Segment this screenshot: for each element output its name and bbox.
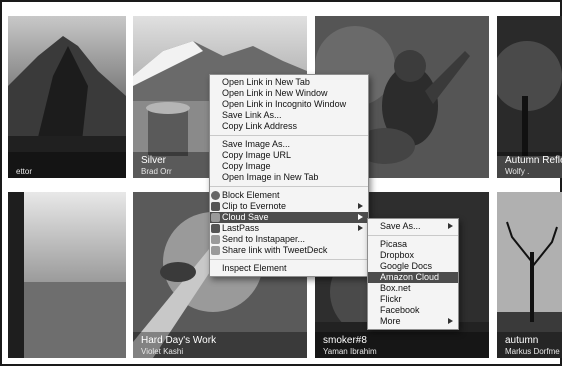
menu-save-image-as[interactable]: Save Image As... <box>210 139 368 150</box>
photo-title: Silver <box>141 155 167 166</box>
photo-author: ettor <box>16 167 33 176</box>
photo-author: Markus Dorfme <box>505 347 560 356</box>
evernote-icon <box>211 202 220 211</box>
submenu-google-docs[interactable]: Google Docs <box>368 261 458 272</box>
menu-block-element[interactable]: Block Element <box>210 190 368 201</box>
menu-separator <box>368 235 458 236</box>
cloud-save-submenu: Save As... Picasa Dropbox Google Docs Am… <box>367 218 459 330</box>
menu-open-link-new-window[interactable]: Open Link in New Window <box>210 88 368 99</box>
menu-copy-link-address[interactable]: Copy Link Address <box>210 121 368 132</box>
submenu-dropbox[interactable]: Dropbox <box>368 250 458 261</box>
menu-send-to-instapaper[interactable]: Send to Instapaper... <box>210 234 368 245</box>
menu-copy-image[interactable]: Copy Image <box>210 161 368 172</box>
photo-title: Hard Day's Work <box>141 335 217 346</box>
checkbox-icon <box>211 246 220 255</box>
submenu-arrow-icon <box>358 225 363 231</box>
photo-title: smoker#8 <box>323 335 367 346</box>
context-menu: Open Link in New Tab Open Link in New Wi… <box>209 74 369 277</box>
menu-clip-to-evernote[interactable]: Clip to Evernote <box>210 201 368 212</box>
submenu-arrow-icon <box>448 318 453 324</box>
photo-tile-8[interactable]: autumn Markus Dorfme <box>497 192 562 358</box>
submenu-arrow-icon <box>358 203 363 209</box>
submenu-picasa[interactable]: Picasa <box>368 239 458 250</box>
menu-inspect-element[interactable]: Inspect Element <box>210 263 368 274</box>
submenu-facebook[interactable]: Facebook <box>368 305 458 316</box>
photo-author: Violet Kashi <box>141 347 184 356</box>
photo-author: Wolfy . <box>505 167 530 176</box>
menu-copy-image-url[interactable]: Copy Image URL <box>210 150 368 161</box>
menu-cloud-save[interactable]: Cloud Save <box>210 212 368 223</box>
submenu-save-as[interactable]: Save As... <box>368 221 458 232</box>
submenu-arrow-icon <box>448 223 453 229</box>
cloud-save-icon <box>211 213 220 222</box>
photo-author: Brad Orr <box>141 167 172 176</box>
photo-title: Autumn Refle <box>505 155 562 166</box>
submenu-amazon-cloud[interactable]: Amazon Cloud <box>368 272 458 283</box>
gallery-frame: ettor Silver Brad Orr Autumn Refle Wolfy… <box>0 0 562 366</box>
photo-tile-4[interactable]: Autumn Refle Wolfy . <box>497 16 562 178</box>
menu-open-link-new-tab[interactable]: Open Link in New Tab <box>210 77 368 88</box>
menu-separator <box>210 259 368 260</box>
menu-save-link-as[interactable]: Save Link As... <box>210 110 368 121</box>
instapaper-icon <box>211 235 220 244</box>
submenu-more[interactable]: More <box>368 316 458 327</box>
menu-separator <box>210 186 368 187</box>
submenu-arrow-icon <box>358 214 363 220</box>
menu-lastpass[interactable]: LastPass <box>210 223 368 234</box>
submenu-flickr[interactable]: Flickr <box>368 294 458 305</box>
photo-title: autumn <box>505 335 539 346</box>
submenu-box-net[interactable]: Box.net <box>368 283 458 294</box>
menu-open-image-new-tab[interactable]: Open Image in New Tab <box>210 172 368 183</box>
menu-separator <box>210 135 368 136</box>
block-icon <box>211 191 220 200</box>
menu-share-tweetdeck[interactable]: Share link with TweetDeck <box>210 245 368 256</box>
lastpass-icon <box>211 224 220 233</box>
menu-open-link-incognito[interactable]: Open Link in Incognito Window <box>210 99 368 110</box>
photo-tile-5[interactable] <box>8 192 126 358</box>
photo-author: Yaman Ibrahim <box>323 347 377 356</box>
photo-tile-1[interactable]: ettor <box>8 16 126 178</box>
photo-owl-lake <box>8 192 126 358</box>
